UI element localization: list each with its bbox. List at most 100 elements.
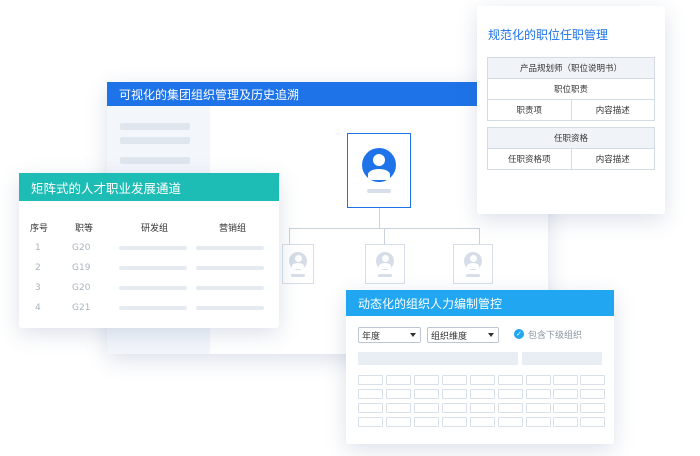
sidebar-placeholder (120, 123, 190, 130)
hr-feature-illustration: 可视化的集团组织管理及历史追溯 矩阵式的人才职业发展通道 序号 职等 研发组 营… (0, 0, 700, 456)
grid-cell (442, 389, 467, 399)
grid-cell (414, 403, 439, 413)
matrix-seq: 3 (35, 283, 41, 293)
grid-cell (358, 403, 383, 413)
checkmark-icon: ✓ (516, 330, 522, 338)
user-avatar-icon (376, 251, 394, 270)
org-child-node[interactable] (453, 244, 493, 284)
year-select-value: 年度 (362, 331, 381, 342)
grid-cell (386, 389, 411, 399)
matrix-cell-placeholder (119, 306, 187, 310)
matrix-header-sales: 营销组 (219, 224, 247, 234)
grid-cell (553, 375, 578, 385)
matrix-header-seq: 序号 (30, 224, 49, 234)
org-child-node[interactable] (282, 244, 314, 284)
matrix-grade: G20 (72, 243, 91, 253)
matrix-seq: 2 (35, 263, 41, 273)
include-suborg-label: 包含下级组织 (528, 331, 583, 341)
include-suborg-checkbox[interactable]: ✓ (514, 329, 524, 339)
matrix-header-rd: 研发组 (141, 224, 169, 234)
org-root-node[interactable] (347, 133, 411, 208)
grid-cell (414, 375, 439, 385)
grid-cell (470, 403, 495, 413)
position-title: 规范化的职位任职管理 (488, 28, 609, 42)
grid-cell (358, 375, 383, 385)
grid-cell (526, 403, 551, 413)
grid-header-placeholder (358, 352, 518, 365)
user-avatar-icon (289, 251, 307, 270)
node-label-placeholder (367, 189, 391, 193)
user-avatar-icon (464, 251, 482, 270)
grid-cell (386, 417, 411, 427)
matrix-cell-placeholder (119, 246, 187, 250)
matrix-grade: G19 (72, 263, 91, 273)
connector-line (479, 228, 480, 244)
dimension-select-value: 组织维度 (431, 331, 468, 342)
org-child-node[interactable] (365, 244, 405, 284)
table-cell: 内容描述 (570, 148, 655, 170)
matrix-cell-placeholder (119, 286, 187, 290)
grid-cell (580, 403, 605, 413)
table-cell: 内容描述 (570, 99, 655, 121)
career-matrix-card: 矩阵式的人才职业发展通道 序号 职等 研发组 营销组 1 G20 2 G19 3… (19, 173, 279, 328)
chevron-down-icon (410, 333, 416, 337)
table-subheader: 职位职责 (487, 78, 655, 100)
position-card: 规范化的职位任职管理 产品规划师（职位说明书） 职位职责 职责项 内容描述 任职… (477, 6, 665, 214)
connector-line (384, 228, 385, 244)
grid-cell (470, 389, 495, 399)
table-header: 产品规划师（职位说明书） (487, 57, 655, 79)
grid-cell (470, 375, 495, 385)
sidebar-placeholder (120, 137, 190, 144)
matrix-seq: 4 (35, 303, 41, 313)
qualification-table: 任职资格 任职资格项 内容描述 (487, 127, 655, 170)
matrix-cell-placeholder (196, 306, 264, 310)
grid-cell (358, 417, 383, 427)
grid-cell (498, 375, 523, 385)
grid-cell (526, 389, 551, 399)
grid-cell (526, 417, 551, 427)
grid-cell (498, 403, 523, 413)
grid-cell (498, 389, 523, 399)
grid-cell (580, 375, 605, 385)
grid-cell (580, 389, 605, 399)
connector-line (289, 228, 290, 244)
grid-cell (414, 417, 439, 427)
chevron-down-icon (488, 333, 494, 337)
matrix-cell-placeholder (196, 246, 264, 250)
staffing-title: 动态化的组织人力编制管控 (346, 290, 614, 316)
grid-cell (386, 403, 411, 413)
node-label-placeholder (466, 273, 480, 277)
matrix-cell-placeholder (196, 266, 264, 270)
staffing-control-card: 动态化的组织人力编制管控 年度 组织维度 ✓ 包含下级组织 (346, 290, 614, 444)
grid-cell (414, 389, 439, 399)
table-cell: 任职资格项 (487, 148, 572, 170)
user-avatar-icon (362, 148, 396, 182)
matrix-title: 矩阵式的人才职业发展通道 (19, 173, 279, 201)
grid-cell (553, 417, 578, 427)
job-description-table: 产品规划师（职位说明书） 职位职责 职责项 内容描述 (487, 57, 655, 121)
matrix-cell-placeholder (196, 286, 264, 290)
dimension-select[interactable]: 组织维度 (427, 327, 499, 343)
matrix-grade: G20 (72, 283, 91, 293)
grid-cell (470, 417, 495, 427)
grid-cell (358, 389, 383, 399)
grid-cell (526, 375, 551, 385)
table-header: 任职资格 (487, 127, 655, 149)
grid-cell (442, 375, 467, 385)
grid-cell (553, 389, 578, 399)
year-select[interactable]: 年度 (358, 327, 421, 343)
connector-line (379, 208, 380, 228)
table-cell: 职责项 (487, 99, 572, 121)
node-label-placeholder (378, 273, 392, 277)
grid-cell (386, 375, 411, 385)
matrix-header-grade: 职等 (75, 224, 94, 234)
matrix-cell-placeholder (119, 266, 187, 270)
grid-cell (553, 403, 578, 413)
matrix-seq: 1 (35, 243, 41, 253)
node-label-placeholder (291, 273, 305, 277)
grid-cell (442, 417, 467, 427)
matrix-grade: G21 (72, 303, 91, 313)
grid-cell (442, 403, 467, 413)
sidebar-placeholder (120, 157, 190, 164)
grid-cell (580, 417, 605, 427)
